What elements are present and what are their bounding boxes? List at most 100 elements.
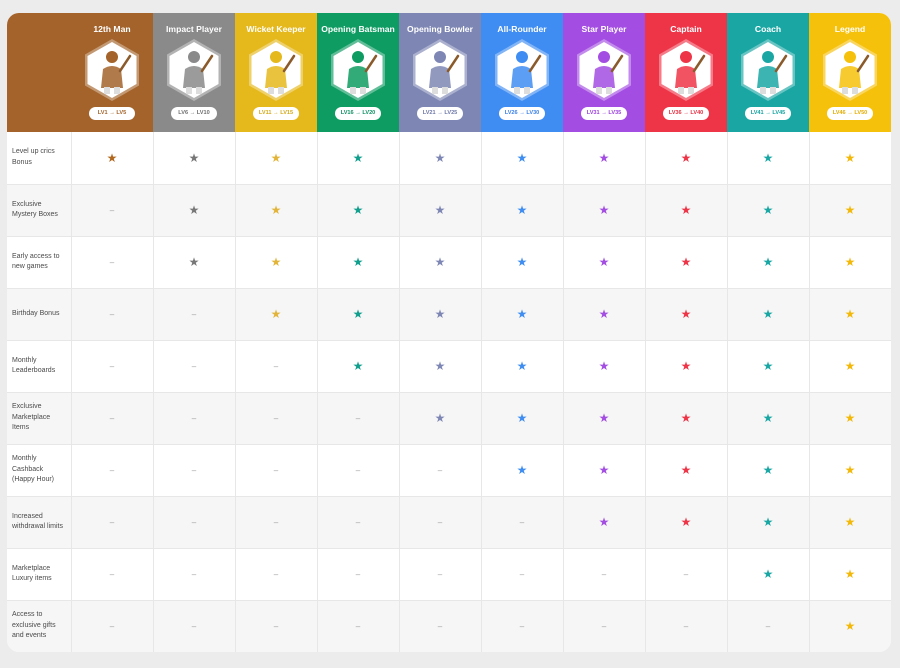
star-icon: ★ (762, 463, 774, 477)
perk-label: Early access to new games (7, 236, 72, 289)
not-included-dash: – (191, 569, 197, 579)
not-included-dash: – (191, 309, 197, 319)
batsman-avatar-icon (83, 38, 141, 102)
perk-cell: – (481, 496, 564, 549)
perk-cell: – (317, 392, 400, 445)
tier-name: Captain (670, 24, 702, 34)
perk-cell: – (235, 548, 318, 601)
perk-cell: ★ (727, 392, 810, 445)
star-icon: ★ (434, 150, 446, 165)
perk-cell: ★ (153, 184, 236, 237)
star-icon: ★ (762, 359, 774, 373)
star-icon: ★ (352, 359, 364, 373)
perk-cell: ★ (727, 444, 810, 497)
not-included-dash: – (109, 309, 115, 319)
table-row: Monthly Cashback (Happy Hour) – – – – – ★ ★ ★ ★ ★ (7, 444, 891, 497)
perk-cell: ★ (481, 236, 564, 289)
star-icon: ★ (844, 307, 856, 321)
perk-cell: ★ (481, 132, 564, 185)
not-included-dash: – (601, 621, 607, 631)
tier-header-6: All-Rounder LV26 → LV30 (481, 13, 563, 132)
not-included-dash: – (273, 517, 279, 527)
level-range-badge: LV36 → LV40 (663, 107, 709, 120)
tier-name: All-Rounder (497, 24, 547, 34)
perk-cell: – (235, 600, 318, 652)
perk-cell: ★ (727, 132, 810, 185)
perk-cell: ★ (645, 392, 728, 445)
not-included-dash: – (191, 517, 197, 527)
perk-cell: – (399, 600, 482, 652)
perk-cell: ★ (809, 392, 891, 445)
level-range-badge: LV1 → LV5 (89, 107, 135, 120)
table-row: Exclusive Marketplace Items – – – – ★ ★ ★ ★ ★ ★ (7, 392, 891, 445)
perk-cell: – (71, 444, 154, 497)
perk-cell: – (645, 548, 728, 601)
star-icon: ★ (598, 255, 610, 269)
star-icon: ★ (762, 411, 774, 425)
tier-header-3: Wicket Keeper LV11 → LV15 (235, 13, 317, 132)
perk-cell: ★ (563, 132, 646, 185)
table-row: Level up crics Bonus ★ ★ ★ ★ ★ ★ ★ ★ ★ ★ (7, 132, 891, 185)
star-icon: ★ (680, 255, 692, 269)
perk-cell: – (317, 548, 400, 601)
perk-cell: ★ (645, 184, 728, 237)
perk-cell: – (399, 444, 482, 497)
star-icon: ★ (844, 150, 856, 165)
tier-name: Impact Player (166, 24, 222, 34)
perk-cell: ★ (317, 132, 400, 185)
star-icon: ★ (844, 463, 856, 477)
perk-cell: ★ (563, 236, 646, 289)
perk-cell: ★ (645, 236, 728, 289)
perk-cell: – (399, 496, 482, 549)
star-icon: ★ (598, 463, 610, 477)
star-icon: ★ (516, 411, 528, 425)
not-included-dash: – (191, 621, 197, 631)
star-icon: ★ (680, 411, 692, 425)
level-range-badge: LV26 → LV30 (499, 107, 545, 120)
perk-cell: ★ (563, 288, 646, 341)
level-range-badge: LV21 → LV25 (417, 107, 463, 120)
not-included-dash: – (109, 517, 115, 527)
perk-cell: ★ (809, 548, 891, 601)
perk-cell: ★ (399, 288, 482, 341)
star-icon: ★ (762, 567, 774, 581)
level-range-badge: LV31 → LV35 (581, 107, 627, 120)
perk-cell: ★ (235, 288, 318, 341)
not-included-dash: – (273, 361, 279, 371)
perk-cell: ★ (481, 184, 564, 237)
table-row: Marketplace Luxury items – – – – – – – – ★ ★ (7, 548, 891, 601)
star-icon: ★ (106, 150, 118, 165)
star-icon: ★ (844, 567, 856, 581)
perk-cell: ★ (235, 236, 318, 289)
perk-cell: ★ (727, 548, 810, 601)
star-icon: ★ (598, 411, 610, 425)
perk-cell: ★ (399, 184, 482, 237)
perk-cell: ★ (645, 288, 728, 341)
star-icon: ★ (352, 203, 364, 217)
perk-label: Monthly Leaderboards (7, 340, 72, 393)
tier-header-1: 12th Man LV1 → LV5 (71, 13, 153, 132)
not-included-dash: – (355, 465, 361, 475)
star-icon: ★ (188, 203, 200, 217)
perk-cell: ★ (235, 132, 318, 185)
perk-cell: ★ (317, 340, 400, 393)
table-row: Increased withdrawal limits – – – – – – ★ ★ ★ ★ (7, 496, 891, 549)
perk-cell: – (235, 496, 318, 549)
perk-cell: ★ (727, 340, 810, 393)
bowler-avatar-icon (411, 38, 469, 102)
perk-label: Marketplace Luxury items (7, 548, 72, 601)
header-corner-cell (7, 13, 71, 132)
tier-header-4: Opening Batsman LV16 → LV20 (317, 13, 399, 132)
table-row: Exclusive Mystery Boxes – ★ ★ ★ ★ ★ ★ ★ ★ ★ (7, 184, 891, 237)
star-icon: ★ (598, 515, 610, 529)
tier-header-5: Opening Bowler LV21 → LV25 (399, 13, 481, 132)
perk-cell: ★ (727, 236, 810, 289)
perk-cell: ★ (235, 184, 318, 237)
not-included-dash: – (109, 621, 115, 631)
perk-cell: – (153, 444, 236, 497)
perk-cell: – (235, 340, 318, 393)
star-icon: ★ (270, 307, 282, 321)
tier-header-row: 12th Man LV1 → LV5 Impact Player LV6 → LV10… (7, 13, 891, 132)
perk-cell: – (153, 496, 236, 549)
perk-cell: ★ (645, 444, 728, 497)
